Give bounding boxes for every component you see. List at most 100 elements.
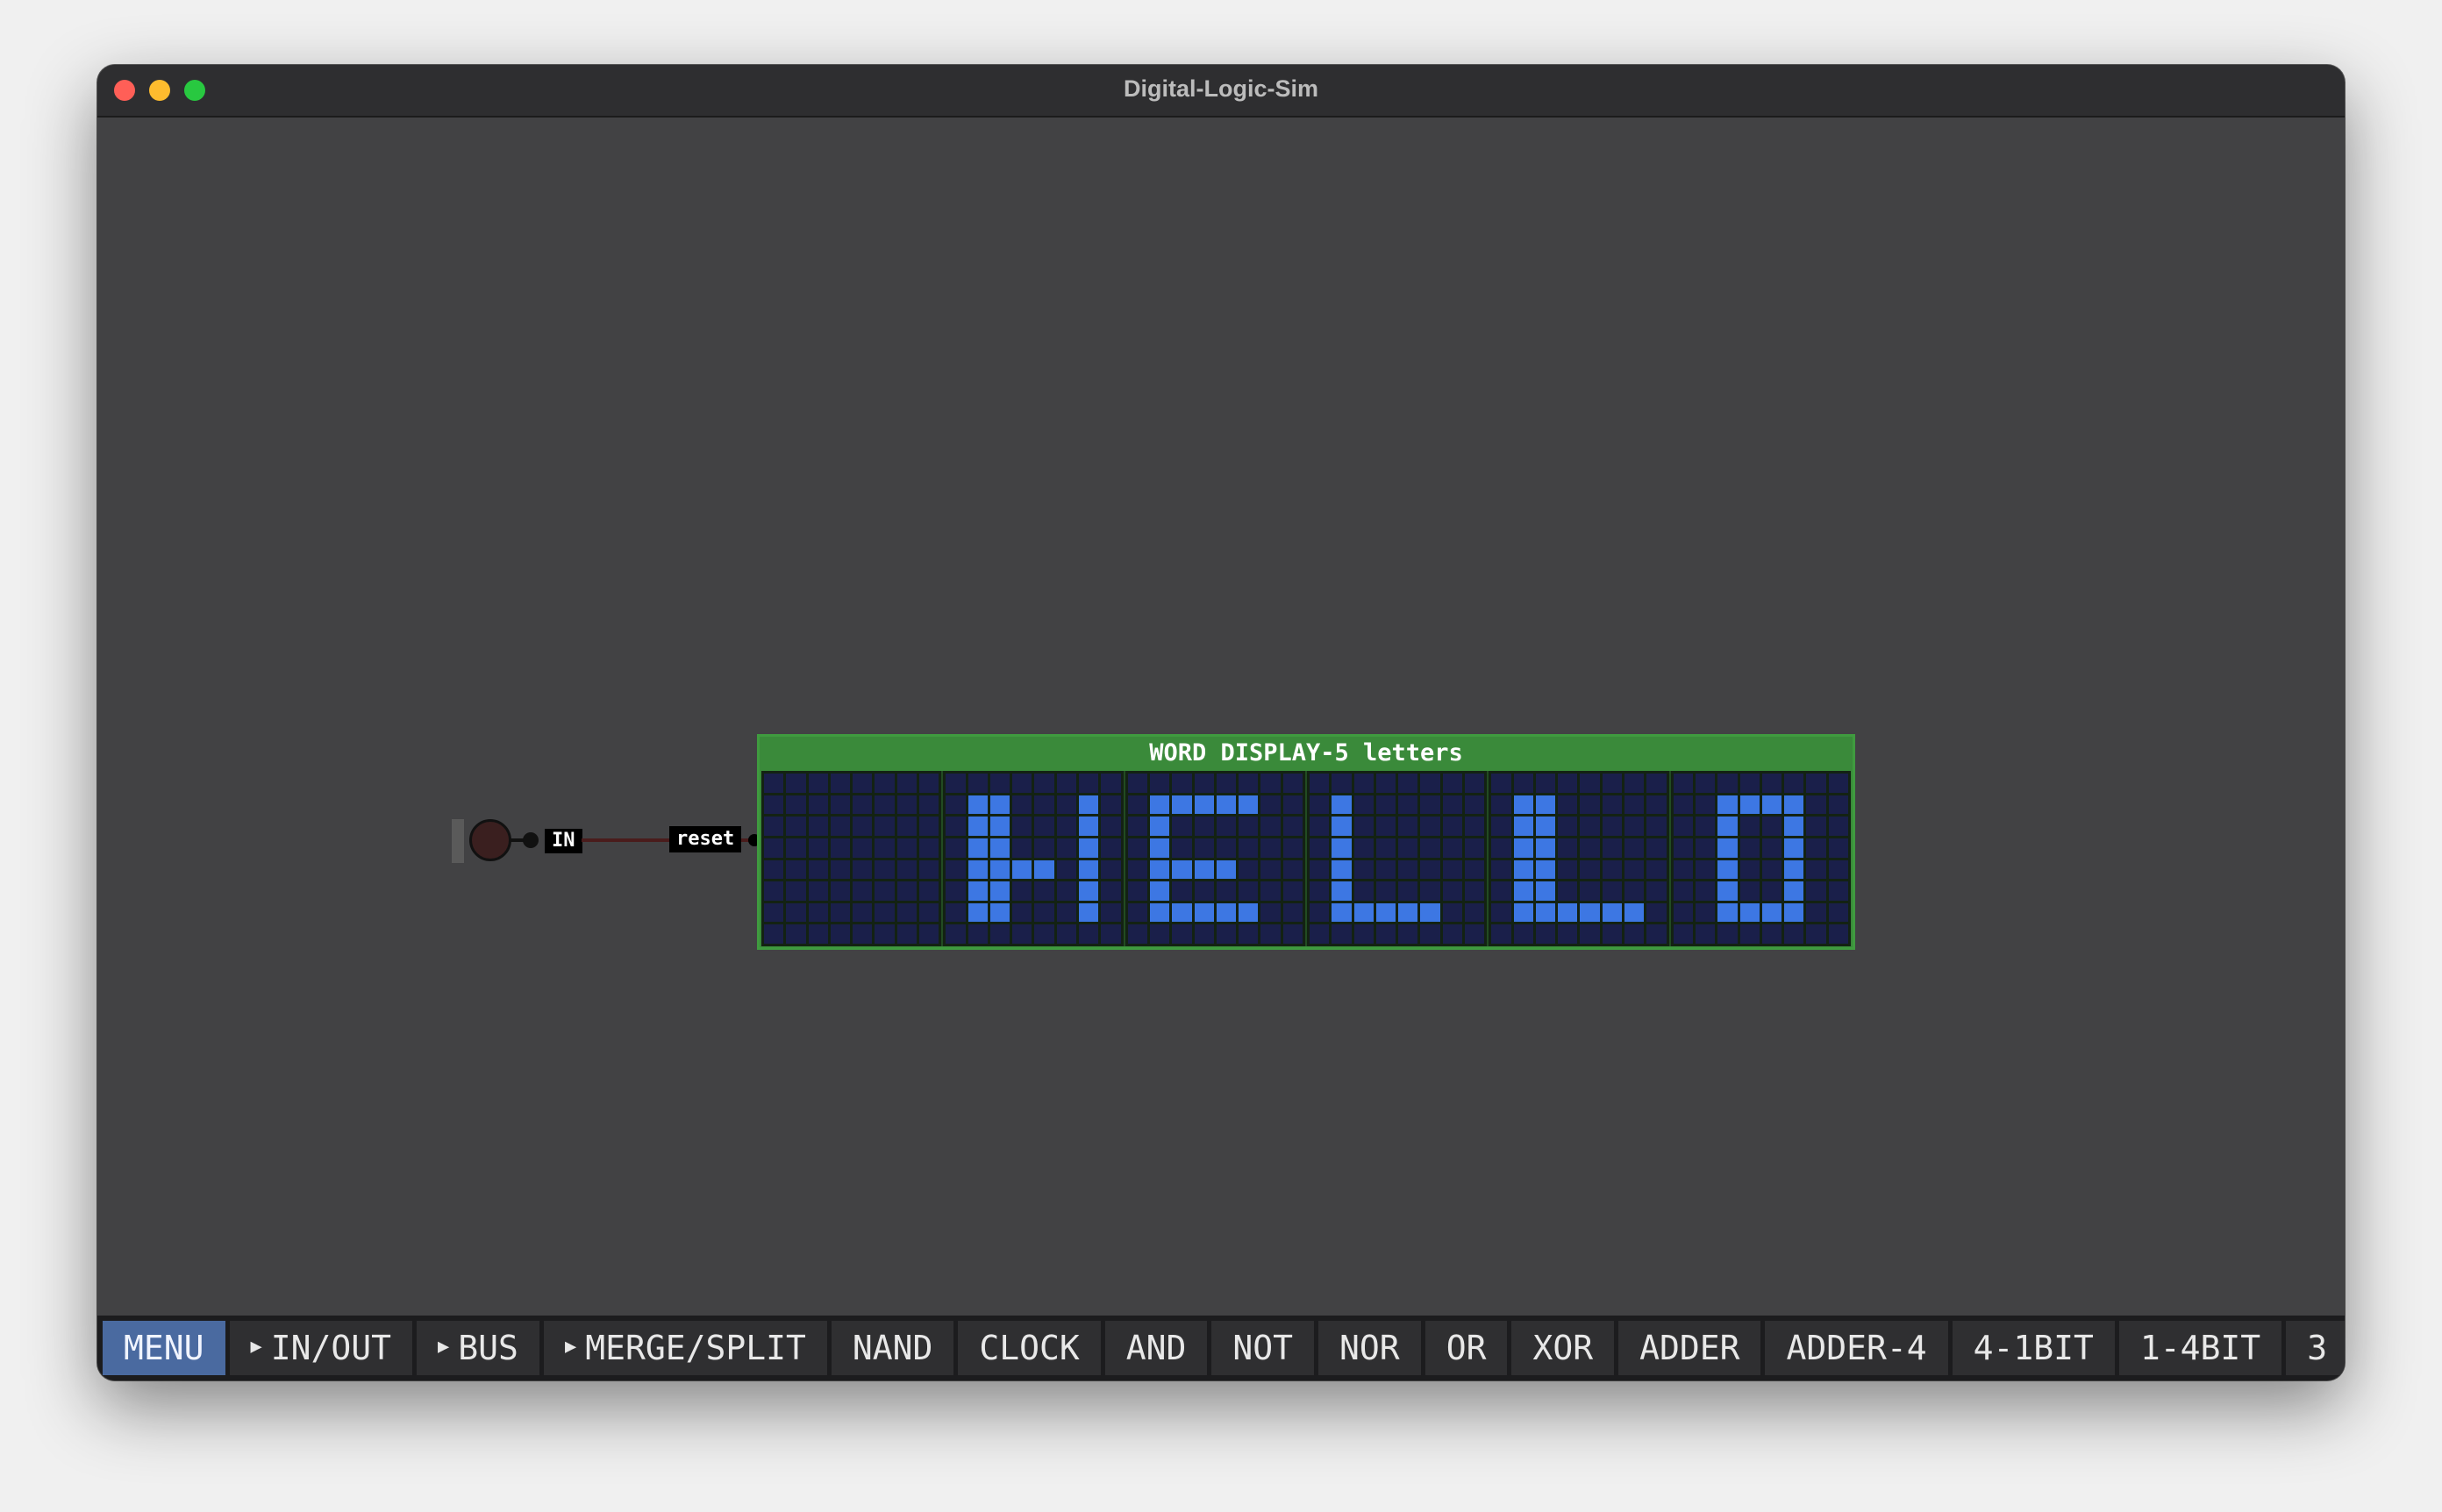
led-pixel-off [1172, 774, 1192, 793]
toolbar-button-adder[interactable]: ADDER [1618, 1321, 1761, 1375]
led-pixel-off [875, 902, 895, 923]
led-pixel-off [1194, 817, 1214, 836]
led-pixel-off [764, 774, 784, 793]
input-pin-connector[interactable] [523, 832, 539, 848]
led-pixel-off [830, 774, 851, 793]
toolbar-button-clock[interactable]: CLOCK [958, 1321, 1101, 1375]
led-pixel-off [764, 795, 784, 815]
led-pixel-off [1056, 924, 1077, 944]
toolbar-button-label: MENU [124, 1329, 204, 1367]
led-pixel-off [1239, 924, 1259, 944]
led-pixel-off [1127, 924, 1147, 944]
led-pixel-off [1806, 774, 1826, 793]
led-pixel-off [1172, 838, 1192, 858]
led-pixel-off [1602, 838, 1623, 858]
led-pixel-on [1149, 881, 1170, 901]
word-display-chip[interactable]: WORD DISPLAY-5 letters [757, 734, 1855, 950]
input-pin-handle[interactable] [452, 819, 464, 863]
led-pixel-off [1420, 795, 1440, 815]
led-pixel-off [1717, 774, 1738, 793]
led-pixel-on [1717, 795, 1738, 815]
led-pixel-off [1558, 924, 1578, 944]
led-pixel-off [1673, 859, 1693, 880]
led-pixel-on [1739, 795, 1760, 815]
led-pixel-on [1513, 881, 1533, 901]
led-pixel-off [1491, 881, 1511, 901]
led-pixel-off [1034, 817, 1054, 836]
input-pin-toggle[interactable] [469, 819, 511, 861]
led-pixel-off [1739, 774, 1760, 793]
led-pixel-off [1079, 774, 1099, 793]
toolbar-button-3[interactable]: 3 [2286, 1321, 2345, 1375]
toolbar-button-and[interactable]: AND [1104, 1321, 1208, 1375]
toolbar-button-in-out[interactable]: ▶ IN/OUT [229, 1321, 413, 1375]
led-pixel-off [1260, 795, 1281, 815]
led-pixel-off [1239, 859, 1259, 880]
led-pixel-on [1717, 902, 1738, 923]
led-pixel-off [1420, 924, 1440, 944]
led-pixel-off [1034, 902, 1054, 923]
toolbar-button-1-4bit[interactable]: 1-4BIT [2118, 1321, 2282, 1375]
input-pin-label[interactable]: IN [545, 829, 582, 853]
led-pixel-off [1442, 859, 1463, 880]
led-pixel-off [1761, 774, 1782, 793]
toolbar-button-or[interactable]: OR [1424, 1321, 1508, 1375]
led-pixel-off [764, 817, 784, 836]
toolbar-button-nand[interactable]: NAND [831, 1321, 954, 1375]
led-pixel-off [1465, 859, 1485, 880]
led-pixel-off [1491, 774, 1511, 793]
led-pixel-off [1375, 795, 1396, 815]
circuit-canvas[interactable]: IN reset WORD DISPLAY-5 letters [97, 118, 2345, 1380]
toolbar-button-bus[interactable]: ▶ BUS [417, 1321, 539, 1375]
toolbar-button-nor[interactable]: NOR [1318, 1321, 1421, 1375]
led-pixel-off [1353, 774, 1374, 793]
led-pixel-off [875, 881, 895, 901]
led-pixel-off [1602, 881, 1623, 901]
led-pixel-off [1398, 924, 1418, 944]
led-pixel-off [1558, 838, 1578, 858]
toolbar-button-merge-split[interactable]: ▶ MERGE/SPLIT [543, 1321, 827, 1375]
led-pixel-off [786, 902, 806, 923]
led-pixel-on [1332, 795, 1352, 815]
led-pixel-off [1101, 924, 1121, 944]
led-pixel-on [1216, 795, 1237, 815]
led-pixel-off [1309, 817, 1330, 836]
led-pixel-on [1149, 795, 1170, 815]
display-letter-cell [1125, 771, 1305, 946]
led-pixel-off [1465, 795, 1485, 815]
led-pixel-off [1034, 795, 1054, 815]
led-pixel-off [1739, 924, 1760, 944]
led-pixel-on [1558, 902, 1578, 923]
led-pixel-on [968, 817, 988, 836]
toolbar-button-xor[interactable]: XOR [1511, 1321, 1615, 1375]
led-pixel-off [875, 838, 895, 858]
led-pixel-off [1442, 795, 1463, 815]
led-pixel-off [919, 902, 939, 923]
led-pixel-off [946, 859, 966, 880]
led-pixel-on [1761, 902, 1782, 923]
led-pixel-off [919, 881, 939, 901]
led-pixel-off [1673, 881, 1693, 901]
led-pixel-off [1491, 817, 1511, 836]
led-pixel-on [1034, 859, 1054, 880]
led-pixel-on [1535, 817, 1556, 836]
toolbar-button-menu[interactable]: MENU [103, 1321, 225, 1375]
led-pixel-off [946, 881, 966, 901]
led-pixel-off [764, 859, 784, 880]
led-pixel-on [989, 902, 1010, 923]
led-pixel-off [1602, 817, 1623, 836]
led-pixel-off [808, 817, 828, 836]
led-pixel-off [896, 881, 918, 901]
toolbar-button-adder-4[interactable]: ADDER-4 [1765, 1321, 1948, 1375]
led-pixel-off [830, 838, 851, 858]
led-pixel-off [968, 924, 988, 944]
display-letter-cell [943, 771, 1124, 946]
led-pixel-off [1558, 774, 1578, 793]
toolbar-button-not[interactable]: NOT [1211, 1321, 1315, 1375]
led-pixel-off [1646, 859, 1667, 880]
led-pixel-off [1172, 881, 1192, 901]
led-pixel-off [1624, 859, 1645, 880]
led-pixel-off [1282, 774, 1303, 793]
toolbar-button-4-1bit[interactable]: 4-1BIT [1952, 1321, 2115, 1375]
led-pixel-off [1420, 774, 1440, 793]
